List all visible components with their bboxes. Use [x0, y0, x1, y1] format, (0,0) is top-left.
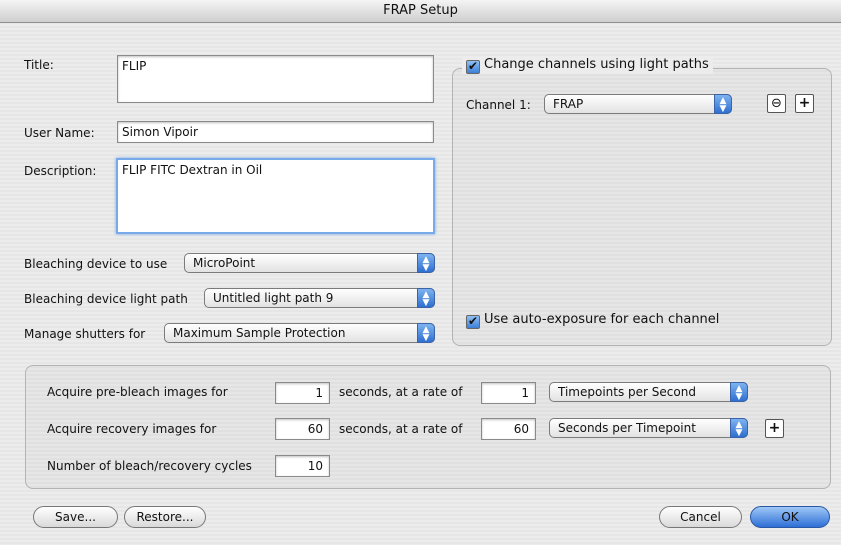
- cancel-button[interactable]: Cancel: [659, 506, 742, 528]
- prebleach-rate-label: seconds, at a rate of: [339, 385, 463, 399]
- change-channels-label: Change channels using light paths: [484, 57, 709, 72]
- updown-arrow-icon: ▲ ▼: [417, 253, 435, 273]
- prebleach-rate-field[interactable]: 1: [481, 382, 536, 404]
- restore-button[interactable]: Restore...: [124, 506, 206, 528]
- title-field[interactable]: FLIP: [117, 55, 434, 103]
- add-recovery-button[interactable]: +: [765, 419, 784, 438]
- updown-arrow-icon: ▲ ▼: [417, 288, 435, 308]
- username-field[interactable]: Simon Vipoir: [117, 121, 434, 143]
- title-label: Title:: [24, 58, 54, 72]
- prebleach-seconds-field[interactable]: 1: [275, 382, 330, 404]
- plus-icon: +: [798, 95, 811, 111]
- description-label: Description:: [24, 164, 97, 178]
- username-label: User Name:: [24, 126, 95, 140]
- bleach-device-value: MicroPoint: [193, 256, 256, 270]
- shutters-label: Manage shutters for: [24, 327, 146, 341]
- updown-arrow-icon: ▲ ▼: [714, 94, 732, 114]
- recovery-unit-value: Seconds per Timepoint: [558, 421, 696, 435]
- updown-arrow-icon: ▲ ▼: [417, 323, 435, 343]
- recovery-label: Acquire recovery images for: [47, 422, 217, 436]
- recovery-seconds-field[interactable]: 60: [275, 418, 330, 440]
- prebleach-label: Acquire pre-bleach images for: [47, 385, 228, 399]
- bleach-lightpath-label: Bleaching device light path: [24, 292, 188, 306]
- channel1-popup[interactable]: FRAP ▲ ▼: [544, 94, 732, 114]
- recovery-rate-field[interactable]: 60: [481, 418, 536, 440]
- change-channels-checkbox[interactable]: ✔ Change channels using light paths: [462, 57, 713, 74]
- autoexposure-checkbox[interactable]: ✔ Use auto-exposure for each channel: [466, 312, 719, 329]
- channel1-value: FRAP: [553, 97, 584, 111]
- cycles-label: Number of bleach/recovery cycles: [47, 459, 252, 473]
- shutters-value: Maximum Sample Protection: [173, 326, 346, 340]
- recovery-rate-label: seconds, at a rate of: [339, 422, 463, 436]
- checkmark-icon: ✔: [466, 59, 480, 74]
- plus-icon: +: [768, 420, 781, 436]
- ok-button[interactable]: OK: [750, 506, 830, 528]
- checkmark-icon: ✔: [466, 314, 480, 329]
- bleach-device-label: Bleaching device to use: [24, 257, 168, 271]
- window-title: FRAP Setup: [0, 0, 841, 23]
- remove-icon: ⊖: [771, 96, 782, 111]
- bleach-device-popup[interactable]: MicroPoint ▲ ▼: [184, 253, 435, 273]
- channel1-label: Channel 1:: [466, 98, 531, 112]
- prebleach-unit-value: Timepoints per Second: [558, 385, 696, 399]
- description-field[interactable]: FLIP FITC Dextran in Oil: [116, 158, 435, 234]
- shutters-popup[interactable]: Maximum Sample Protection ▲ ▼: [164, 323, 435, 343]
- autoexposure-label: Use auto-exposure for each channel: [484, 312, 720, 327]
- remove-channel-button[interactable]: ⊖: [767, 94, 786, 113]
- updown-arrow-icon: ▲ ▼: [730, 418, 748, 438]
- save-button[interactable]: Save...: [33, 506, 118, 528]
- cycles-field[interactable]: 10: [275, 455, 330, 477]
- recovery-unit-popup[interactable]: Seconds per Timepoint ▲ ▼: [549, 418, 748, 438]
- updown-arrow-icon: ▲ ▼: [730, 382, 748, 402]
- bleach-lightpath-value: Untitled light path 9: [213, 291, 334, 305]
- add-channel-button[interactable]: +: [795, 94, 814, 113]
- prebleach-unit-popup[interactable]: Timepoints per Second ▲ ▼: [549, 382, 748, 402]
- frap-setup-window: FRAP Setup Title: FLIP User Name: Simon …: [0, 0, 841, 545]
- bleach-lightpath-popup[interactable]: Untitled light path 9 ▲ ▼: [204, 288, 435, 308]
